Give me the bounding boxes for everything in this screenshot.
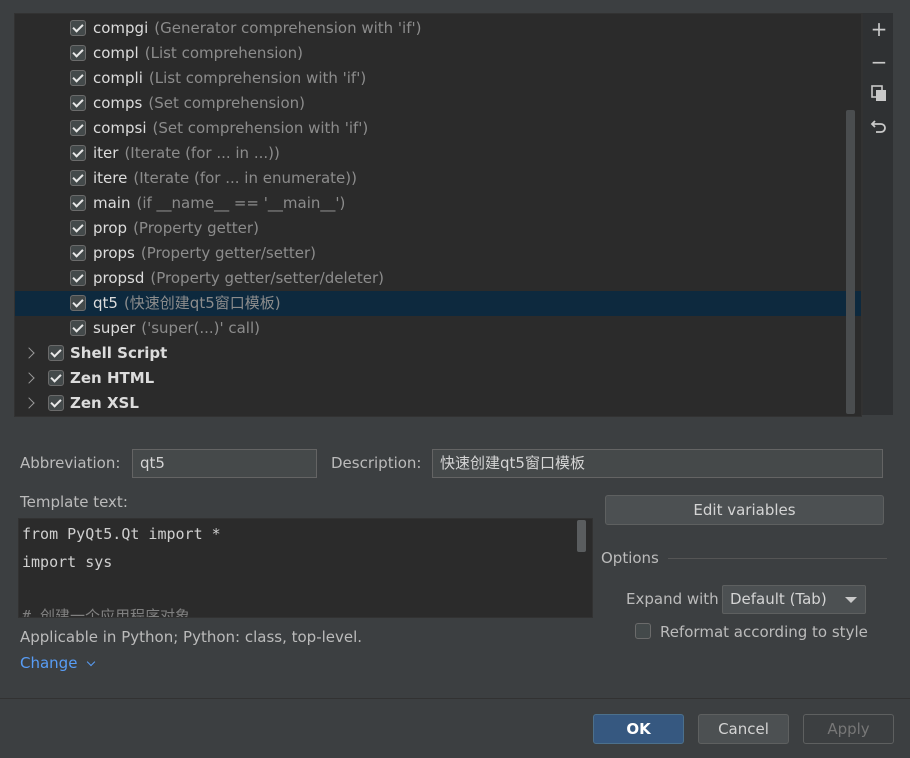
template-row-super[interactable]: super ('super(...)' call) [15, 316, 861, 341]
description-label: Description: [331, 454, 422, 472]
options-divider [668, 558, 887, 559]
minus-icon[interactable]: − [869, 52, 889, 72]
expand-with-value: Default (Tab) [730, 590, 827, 608]
template-row-compgi[interactable]: compgi (Generator comprehension with 'if'… [15, 16, 861, 41]
editor-scrollbar[interactable] [577, 520, 586, 552]
template-row-compl[interactable]: compl (List comprehension) [15, 41, 861, 66]
template-checkbox[interactable] [70, 195, 86, 211]
template-description: (if __name__ == '__main__') [136, 194, 346, 212]
template-description: (Generator comprehension with 'if') [154, 19, 422, 37]
live-templates-tree[interactable]: compgi (Generator comprehension with 'if'… [14, 13, 862, 417]
template-row-compli[interactable]: compli (List comprehension with 'if') [15, 66, 861, 91]
template-checkbox[interactable] [70, 245, 86, 261]
template-checkbox[interactable] [70, 320, 86, 336]
template-checkbox[interactable] [70, 120, 86, 136]
cancel-button[interactable]: Cancel [698, 714, 789, 744]
template-row-main[interactable]: main (if __name__ == '__main__') [15, 191, 861, 216]
template-checkbox[interactable] [70, 170, 86, 186]
copy-icon[interactable] [869, 84, 889, 104]
tree-scrollbar[interactable] [846, 110, 855, 414]
template-description: (Set comprehension) [148, 94, 306, 112]
change-link-label: Change [20, 654, 78, 672]
template-name: iter (Iterate (for ... in ...)) [93, 144, 280, 162]
chevron-down-icon [86, 657, 96, 667]
template-row-iter[interactable]: iter (Iterate (for ... in ...)) [15, 141, 861, 166]
reformat-checkbox[interactable] [635, 623, 651, 639]
template-row-propsd[interactable]: propsd (Property getter/setter/deleter) [15, 266, 861, 291]
template-description: (List comprehension with 'if') [148, 69, 367, 87]
template-group-zen-html[interactable]: Zen HTML [15, 366, 861, 391]
chevron-right-icon[interactable] [23, 372, 35, 384]
expand-with-select[interactable]: Default (Tab) [722, 585, 866, 614]
template-name: prop (Property getter) [93, 219, 259, 237]
template-checkbox[interactable] [70, 145, 86, 161]
template-name: main (if __name__ == '__main__') [93, 194, 346, 212]
edit-variables-button[interactable]: Edit variables [605, 495, 884, 525]
template-name: super ('super(...)' call) [93, 319, 260, 337]
group-name: Zen HTML [70, 369, 155, 387]
options-label: Options [601, 549, 659, 567]
template-checkbox[interactable] [70, 45, 86, 61]
template-row-prop[interactable]: prop (Property getter) [15, 216, 861, 241]
reformat-label: Reformat according to style [660, 623, 868, 641]
group-name: Zen XSL [70, 394, 139, 412]
group-checkbox[interactable] [48, 345, 64, 361]
template-name: compli (List comprehension with 'if') [93, 69, 367, 87]
template-description: (Set comprehension with 'if') [152, 119, 369, 137]
template-name: compsi (Set comprehension with 'if') [93, 119, 369, 137]
template-checkbox[interactable] [70, 270, 86, 286]
template-checkbox[interactable] [70, 20, 86, 36]
group-name: Shell Script [70, 344, 168, 362]
plus-icon[interactable]: + [869, 19, 889, 39]
expand-with-label: Expand with [626, 590, 719, 608]
template-row-qt5[interactable]: qt5 (快速创建qt5窗口模板) [15, 291, 861, 316]
tree-toolbar: + − [862, 13, 893, 415]
ok-button[interactable]: OK [593, 714, 684, 744]
undo-icon[interactable] [869, 117, 889, 137]
template-name: qt5 (快速创建qt5窗口模板) [93, 294, 281, 312]
group-checkbox[interactable] [48, 395, 64, 411]
template-row-compsi[interactable]: compsi (Set comprehension with 'if') [15, 116, 861, 141]
template-editor[interactable]: from PyQt5.Qt import * import sys # 创建一个… [18, 518, 593, 618]
applicable-contexts: Applicable in Python; Python: class, top… [20, 628, 363, 646]
template-description: (Property getter/setter) [140, 244, 316, 262]
description-input[interactable]: 快速创建qt5窗口模板 [432, 449, 883, 478]
template-row-itere[interactable]: itere (Iterate (for ... in enumerate)) [15, 166, 861, 191]
template-description: (List comprehension) [144, 44, 303, 62]
template-checkbox[interactable] [70, 220, 86, 236]
chevron-right-icon[interactable] [23, 397, 35, 409]
template-name: itere (Iterate (for ... in enumerate)) [93, 169, 357, 187]
template-group-zen-xsl[interactable]: Zen XSL [15, 391, 861, 416]
template-group-shell-script[interactable]: Shell Script [15, 341, 861, 366]
template-checkbox[interactable] [70, 295, 86, 311]
abbreviation-label: Abbreviation: [20, 454, 121, 472]
abbreviation-input[interactable]: qt5 [132, 449, 317, 478]
template-description: ('super(...)' call) [141, 319, 260, 337]
template-line: # 创建一个应用程序对象 [22, 607, 191, 618]
group-checkbox[interactable] [48, 370, 64, 386]
template-checkbox[interactable] [70, 95, 86, 111]
template-text-label: Template text: [20, 493, 128, 511]
template-description: (Property getter/setter/deleter) [150, 269, 384, 287]
template-checkbox[interactable] [70, 70, 86, 86]
dialog-separator [0, 698, 910, 699]
template-name: compl (List comprehension) [93, 44, 303, 62]
template-line: from PyQt5.Qt import * [22, 525, 221, 543]
template-description: (Iterate (for ... in enumerate)) [133, 169, 357, 187]
template-description: (快速创建qt5窗口模板) [123, 294, 281, 312]
template-name: props (Property getter/setter) [93, 244, 316, 262]
template-row-props[interactable]: props (Property getter/setter) [15, 241, 861, 266]
template-description: (Iterate (for ... in ...)) [124, 144, 280, 162]
chevron-right-icon[interactable] [23, 347, 35, 359]
template-description: (Property getter) [133, 219, 259, 237]
template-row-comps[interactable]: comps (Set comprehension) [15, 91, 861, 116]
chevron-down-icon [845, 597, 857, 603]
template-name: comps (Set comprehension) [93, 94, 306, 112]
change-link[interactable]: Change [20, 654, 96, 672]
apply-button[interactable]: Apply [803, 714, 894, 744]
template-name: propsd (Property getter/setter/deleter) [93, 269, 384, 287]
template-name: compgi (Generator comprehension with 'if'… [93, 19, 422, 37]
template-line: import sys [22, 553, 113, 571]
